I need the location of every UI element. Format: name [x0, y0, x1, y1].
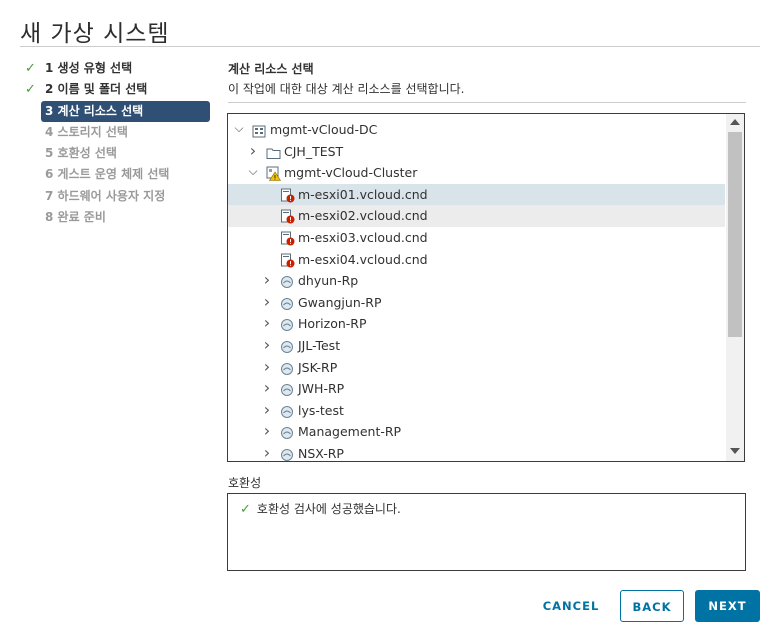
wizard-step-label: 5 호환성 선택 [45, 146, 117, 161]
chevron-right-icon[interactable]: › [262, 400, 272, 419]
tree-item[interactable]: › dhyun-Rp [228, 270, 725, 292]
resource-pool-icon [280, 317, 294, 332]
wizard-step[interactable]: 3 계산 리소스 선택 [41, 100, 210, 122]
compat-message-text: 호환성 검사에 성공했습니다. [256, 502, 401, 516]
resource-pool-icon [280, 447, 294, 461]
tree-item-label: m-esxi04.vcloud.cnd [298, 251, 428, 267]
scroll-down-icon[interactable] [730, 448, 740, 454]
back-button[interactable]: BACK [620, 590, 684, 622]
wizard-step: 4 스토리지 선택 [24, 122, 214, 143]
chevron-right-icon[interactable]: › [262, 292, 272, 311]
wizard-step-label: 4 스토리지 선택 [45, 124, 128, 139]
wizard-steps: ✓ 1 생성 유형 선택 ✓ 2 이름 및 폴더 선택 3 계산 리소스 선택 4 스토리… [24, 58, 214, 228]
tree-item[interactable]: › JWH-RP [228, 378, 725, 400]
tree-item[interactable]: m-esxi03.vcloud.cnd [228, 227, 725, 249]
section-title: 계산 리소스 선택 [228, 62, 314, 76]
wizard-step-label: 8 완료 준비 [45, 210, 106, 225]
resource-tree[interactable]: ⌵ mgmt-vCloud-DC › CJH_TEST ⌵ mgmt-vCloud-Clu… [227, 113, 745, 462]
tree-item-label: JWH-RP [298, 381, 345, 397]
host-error-icon [280, 253, 295, 268]
chevron-right-icon[interactable]: › [262, 443, 272, 461]
folder-icon [266, 145, 281, 159]
scroll-up-icon[interactable] [730, 119, 740, 125]
host-error-icon [280, 231, 295, 246]
tree-item[interactable]: › JJL-Test [228, 335, 725, 357]
chevron-right-icon[interactable]: › [248, 141, 258, 160]
resource-pool-icon [280, 339, 294, 353]
tree-item[interactable]: › Gwangjun-RP [228, 292, 725, 314]
resource-pool-icon [280, 361, 294, 375]
cluster-warning-icon [266, 166, 282, 181]
wizard-step: 5 호환성 선택 [24, 143, 214, 164]
check-icon: ✓ [240, 502, 251, 517]
tree-item-label: lys-test [298, 402, 344, 418]
chevron-down-icon[interactable]: ⌵ [248, 162, 258, 178]
tree-item-label: Gwangjun-RP [298, 294, 382, 310]
tree-item-label: mgmt-vCloud-Cluster [284, 165, 418, 181]
chevron-down-icon[interactable]: ⌵ [234, 119, 244, 135]
host-error-icon [280, 209, 295, 224]
wizard-step: 7 하드웨어 사용자 지정 [24, 186, 214, 207]
datacenter-icon [252, 123, 266, 138]
resource-pool-icon [280, 382, 294, 397]
wizard-step-label: 6 게스트 운영 체제 선택 [45, 167, 170, 182]
resource-pool-icon [280, 274, 294, 289]
tree-item-label: CJH_TEST [284, 143, 344, 159]
tree-item[interactable]: m-esxi01.vcloud.cnd [228, 183, 725, 206]
tree-item[interactable]: m-esxi02.vcloud.cnd [228, 205, 725, 227]
compat-panel: ✓ 호환성 검사에 성공했습니다. [227, 493, 746, 571]
tree-item-label: NSX-RP [298, 446, 344, 461]
wizard-step-label: 3 계산 리소스 선택 [45, 103, 144, 118]
wizard-step: 6 게스트 운영 체제 선택 [24, 164, 214, 185]
tree-item[interactable]: › CJH_TEST [228, 141, 725, 163]
tree-item-label: m-esxi01.vcloud.cnd [298, 186, 428, 202]
tree-item-label: Management-RP [298, 424, 402, 440]
tree-item-label: JSK-RP [298, 359, 338, 375]
wizard-step-label: 7 하드웨어 사용자 지정 [45, 188, 166, 203]
tree-item[interactable]: ⌵ mgmt-vCloud-DC [228, 119, 725, 141]
chevron-right-icon[interactable]: › [262, 357, 272, 376]
check-icon: ✓ [25, 61, 36, 76]
check-icon: ✓ [25, 82, 36, 98]
resource-pool-icon [280, 425, 294, 440]
tree-item[interactable]: › Management-RP [228, 421, 725, 443]
tree-item-label: JJL-Test [298, 338, 341, 353]
tree-item-label: m-esxi03.vcloud.cnd [298, 230, 428, 245]
section-divider [228, 102, 746, 103]
compat-message: ✓ 호환성 검사에 성공했습니다. [240, 500, 401, 517]
tree-item[interactable]: › NSX-RP [228, 443, 725, 461]
tree-scrollbar[interactable] [726, 114, 744, 461]
tree-item[interactable]: › JSK-RP [228, 357, 725, 379]
chevron-right-icon[interactable]: › [262, 270, 272, 289]
tree-item[interactable]: › Horizon-RP [228, 313, 725, 335]
chevron-right-icon[interactable]: › [262, 313, 272, 332]
tree-item-label: m-esxi02.vcloud.cnd [298, 208, 428, 224]
chevron-right-icon[interactable]: › [262, 378, 272, 397]
wizard-step[interactable]: ✓ 2 이름 및 폴더 선택 [24, 79, 214, 100]
wizard-step-label: 2 이름 및 폴더 선택 [45, 82, 148, 97]
compat-label: 호환성 [228, 476, 262, 490]
section-subtitle: 이 작업에 대한 대상 계산 리소스를 선택합니다. [228, 82, 465, 96]
tree-item-label: mgmt-vCloud-DC [270, 122, 378, 137]
scroll-thumb[interactable] [728, 132, 742, 337]
host-error-icon [280, 188, 295, 203]
wizard-step-label: 1 생성 유형 선택 [45, 61, 133, 75]
chevron-right-icon[interactable]: › [262, 335, 272, 354]
next-button[interactable]: NEXT [695, 590, 760, 622]
dialog-title: 새 가상 시스템 [20, 21, 170, 47]
wizard-step[interactable]: ✓ 1 생성 유형 선택 [24, 58, 214, 79]
tree-item-label: Horizon-RP [298, 316, 367, 332]
chevron-right-icon[interactable]: › [262, 421, 272, 440]
tree-item-label: dhyun-Rp [298, 273, 359, 289]
tree-item[interactable]: m-esxi04.vcloud.cnd [228, 249, 725, 271]
title-divider [20, 46, 760, 47]
tree-item[interactable]: › lys-test [228, 400, 725, 422]
resource-pool-icon [280, 404, 294, 418]
cancel-button[interactable]: CANCEL [536, 590, 606, 622]
wizard-step: 8 완료 준비 [24, 207, 214, 228]
resource-pool-icon [280, 296, 294, 310]
tree-item[interactable]: ⌵ mgmt-vCloud-Cluster [228, 162, 725, 184]
